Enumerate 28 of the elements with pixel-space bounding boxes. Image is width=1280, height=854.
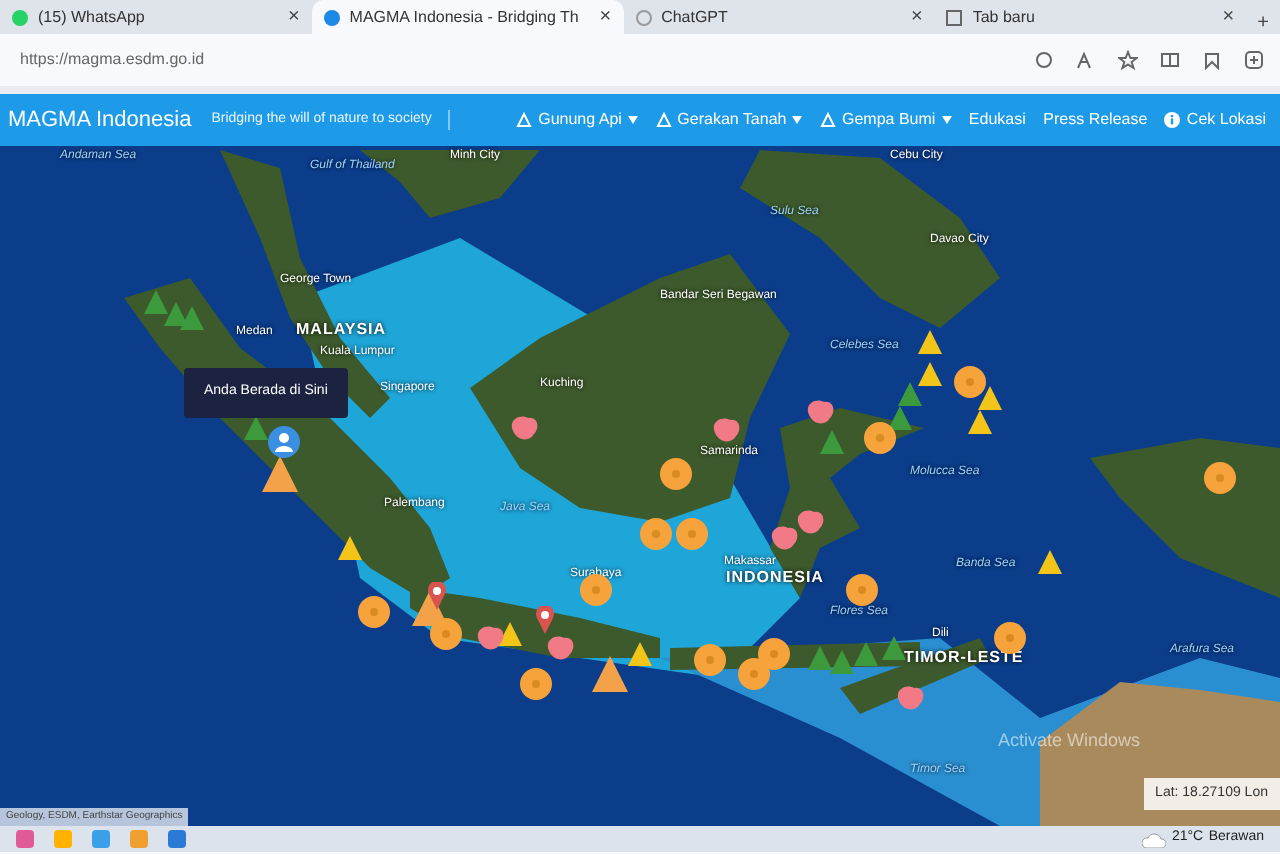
caret-icon (941, 116, 952, 124)
page-icon (946, 9, 963, 25)
split-icon[interactable] (1160, 50, 1180, 70)
address-field[interactable]: https://magma.esdm.go.id (16, 46, 1012, 74)
favorites-icon[interactable] (1202, 50, 1222, 70)
read-aloud-icon[interactable] (1076, 50, 1096, 70)
star-icon[interactable] (1118, 50, 1138, 70)
browser-tab[interactable]: Tab baru × (934, 0, 1247, 34)
close-icon[interactable]: × (287, 7, 300, 27)
menu-item-icon (819, 112, 836, 128)
close-icon[interactable]: × (599, 7, 612, 27)
site-icon (635, 9, 652, 25)
browser-tab[interactable]: ChatGPT × (623, 0, 935, 34)
caret-icon (627, 116, 638, 124)
menu-item-icon (516, 112, 533, 128)
site-icon (12, 9, 28, 25)
new-tab-button[interactable]: + (1246, 14, 1280, 34)
cloud-icon (1142, 831, 1167, 847)
info-icon (1164, 112, 1181, 128)
map-label: TIMOR-LESTE (904, 650, 1024, 666)
caret-icon (792, 116, 803, 124)
menu-item-icon (655, 112, 672, 128)
browser-tab[interactable]: (15) WhatsApp × (0, 0, 312, 34)
close-icon[interactable]: × (911, 7, 923, 27)
close-icon[interactable]: × (1222, 7, 1235, 27)
collections-icon[interactable] (1244, 50, 1264, 70)
browser-tab[interactable]: MAGMA Indonesia - Bridging Th × (311, 0, 624, 34)
site-icon (323, 9, 340, 25)
